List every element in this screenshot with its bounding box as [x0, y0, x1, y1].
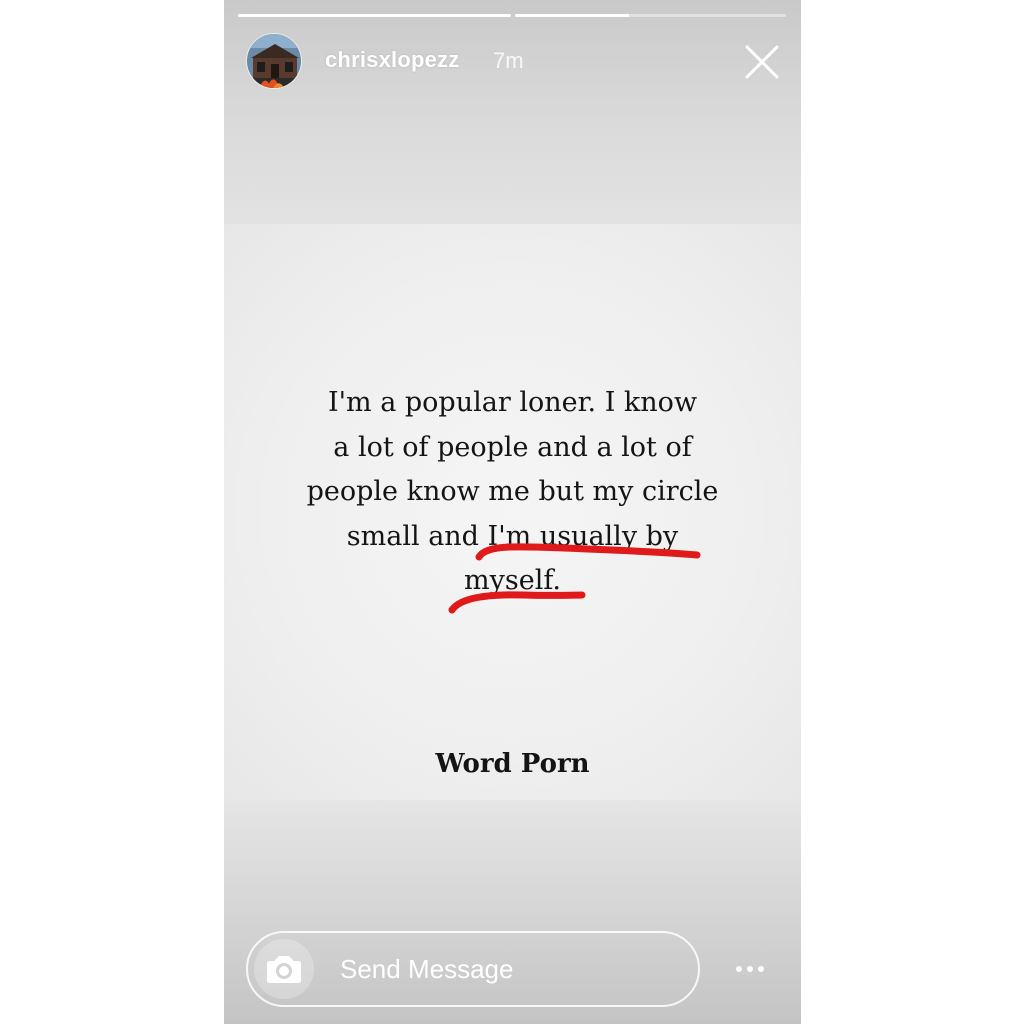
quote-text: I'm a popular loner. I know a lot of peo…	[224, 381, 801, 604]
quote-line: I'm a popular loner. I know	[327, 387, 698, 418]
story-progress-segment-1	[238, 14, 511, 17]
avatar[interactable]	[246, 33, 302, 89]
send-message-bar[interactable]	[246, 931, 700, 1007]
avatar-photo	[247, 34, 301, 88]
message-input[interactable]	[340, 949, 680, 989]
close-button[interactable]	[742, 42, 782, 82]
story-progress-segment-2	[515, 14, 786, 17]
close-icon	[745, 45, 779, 79]
quote-line: people know me but my circle	[306, 476, 719, 507]
progress-fill-2	[515, 14, 629, 17]
post-timestamp: 7m	[493, 48, 524, 73]
quote-line: a lot of people and a lot of	[333, 431, 692, 463]
username[interactable]: chrisxlopezz	[325, 47, 459, 73]
more-options-button[interactable]	[730, 956, 770, 982]
progress-fill-1	[238, 14, 511, 17]
story-post-image: I'm a popular loner. I know a lot of peo…	[224, 224, 801, 800]
story-viewer: chrisxlopezz 7m I'm a popular loner. I k…	[224, 0, 801, 1024]
quote-line: myself.	[464, 565, 561, 596]
camera-button[interactable]	[254, 939, 314, 999]
camera-icon	[267, 956, 301, 983]
quote-line: small and I'm usually by	[346, 520, 679, 552]
signature: Word Porn	[435, 749, 590, 779]
more-dots-icon	[736, 966, 764, 972]
